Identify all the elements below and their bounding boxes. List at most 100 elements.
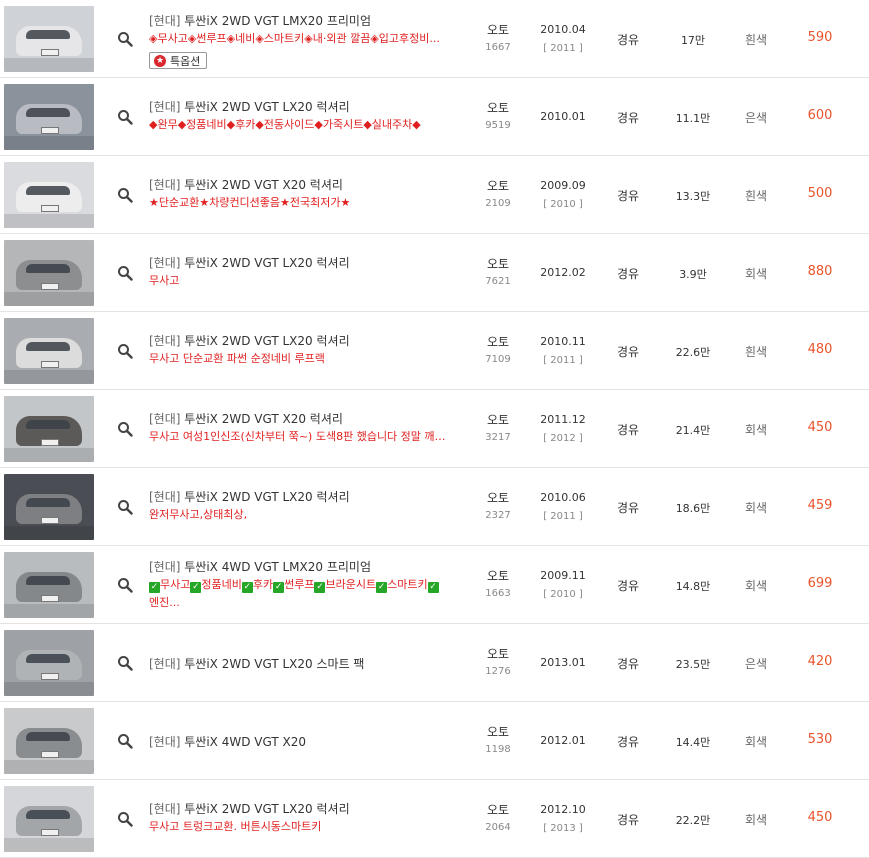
desc-item: 스마트키: [387, 578, 428, 591]
car-color: 흰색: [744, 33, 768, 47]
thumbnail-floor: [4, 136, 94, 150]
car-thumbnail[interactable]: [4, 240, 94, 306]
search-icon[interactable]: [117, 187, 133, 203]
table-row[interactable]: [현대] 투싼iX 4WD VGT LMX20 프리미엄 ✓ 무사고 ✓ 정품네비 ✓ 후카…: [0, 546, 869, 624]
badge-label: 특옵션: [170, 54, 201, 68]
car-window: [26, 108, 70, 117]
mileage: 18.6만: [675, 502, 711, 515]
check-icon: ✓: [314, 582, 326, 593]
search-icon[interactable]: [117, 733, 133, 749]
listing-title-link[interactable]: [현대] 투싼iX 2WD VGT LMX20 프리미엄: [149, 12, 371, 29]
car-thumbnail[interactable]: [4, 318, 94, 384]
listing-description: 무사고 여성1인신조(신차부터 쭉~) 도색8판 했습니다 정말 깨끗...: [149, 430, 449, 443]
brand-label: [현대]: [149, 490, 181, 504]
price: 450: [807, 810, 833, 825]
registration-date: 2009.09: [540, 179, 586, 192]
car-thumbnail[interactable]: [4, 396, 94, 462]
registration-date: 2012.02: [540, 266, 586, 279]
check-icon: ✓: [149, 582, 160, 593]
search-icon[interactable]: [117, 577, 133, 593]
table-row[interactable]: [현대] 투싼iX 2WD VGT LX20 스마트 팩 오토 1276 2013.0…: [0, 624, 869, 702]
search-icon[interactable]: [117, 421, 133, 437]
listing-description: 무사고: [149, 274, 180, 287]
listing-description: 무사고 단순교환 파썬 순정네비 루프랙: [149, 352, 325, 365]
listing-title-link[interactable]: [현대] 투싼iX 2WD VGT LX20 럭셔리: [149, 98, 350, 115]
search-icon[interactable]: [117, 811, 133, 827]
transmission: 오토: [486, 335, 510, 349]
brand-label: [현대]: [149, 256, 181, 270]
listing-title-link[interactable]: [현대] 투싼iX 2WD VGT LX20 럭셔리: [149, 332, 350, 349]
car-thumbnail[interactable]: [4, 474, 94, 540]
table-row[interactable]: [현대] 투싼iX 4WD VGT X20 오토 1198 2012.01 경유 14.4…: [0, 702, 869, 780]
table-row[interactable]: [현대] 투싼iX 2WD VGT LX20 럭셔리 무사고 오토 7621 2012.…: [0, 234, 869, 312]
mileage: 21.4만: [675, 424, 711, 437]
engine-cc: 9519: [485, 120, 511, 131]
car-thumbnail[interactable]: [4, 6, 94, 72]
listing-description: 완저무사고,상태최상,: [149, 508, 248, 521]
table-row[interactable]: [현대] 투싼iX 2WD VGT LMX20 프리미엄 ◈무사고◈썬루프◈네비◈…: [0, 0, 869, 78]
car-color: 회색: [744, 501, 768, 515]
car-thumbnail[interactable]: [4, 552, 94, 618]
search-icon[interactable]: [117, 31, 133, 47]
brand-label: [현대]: [149, 334, 181, 348]
listing-title-link[interactable]: [현대] 투싼iX 2WD VGT LX20 럭셔리: [149, 800, 350, 817]
listing-title-link[interactable]: [현대] 투싼iX 4WD VGT X20: [149, 733, 306, 750]
car-window: [26, 654, 70, 663]
table-row[interactable]: [현대] 투싼iX 2WD VGT LX20 럭셔리 ◆완무◆정품네비◆후카◆전동…: [0, 78, 869, 156]
car-thumbnail[interactable]: [4, 708, 94, 774]
thumbnail-floor: [4, 214, 94, 228]
listing-description: ◈무사고◈썬루프◈네비◈스마트키◈내·외관 깔끔◈입고후정비...: [149, 32, 440, 45]
car-thumbnail[interactable]: [4, 630, 94, 696]
listing-title-link[interactable]: [현대] 투싼iX 2WD VGT X20 럭셔리: [149, 176, 343, 193]
search-icon[interactable]: [117, 655, 133, 671]
table-row[interactable]: [현대] 투싼iX 2WD VGT LX20 럭셔리 완저무사고,상태최상, 오토 2…: [0, 468, 869, 546]
price: 500: [807, 186, 833, 201]
star-icon: ★: [154, 54, 166, 67]
listing-title-link[interactable]: [현대] 투싼iX 2WD VGT LX20 럭셔리: [149, 488, 350, 505]
listing-description: ◆완무◆정품네비◆후카◆전동사이드◆가죽시트◆실내주차◆: [149, 118, 421, 131]
table-row[interactable]: [현대] 투싼iX 2WD VGT LX20 럭셔리무사고 단순교환 파썬 순정…: [0, 312, 869, 390]
price: 880: [807, 264, 833, 279]
engine-cc: 2064: [485, 822, 511, 833]
table-row[interactable]: [현대] 투싼iX 2WD VGT X20 럭셔리 ★단순교환★차량컨디션좋음★전…: [0, 156, 869, 234]
listing-title-link[interactable]: [현대] 투싼iX 2WD VGT LX20 럭셔리: [149, 254, 350, 271]
search-icon[interactable]: [117, 499, 133, 515]
listing-title-link[interactable]: [현대] 투싼iX 2WD VGT X20 럭셔리: [149, 410, 343, 427]
check-icon: ✓: [241, 582, 253, 593]
thumbnail-floor: [4, 526, 94, 540]
listing-description: ✓ 무사고 ✓ 정품네비 ✓ 후카 ✓ 썬루프 ✓ 브라운시트 ✓ 스마트키 ✓ 엔진...: [149, 576, 449, 612]
listing-title-link[interactable]: [현대] 투싼iX 4WD VGT LMX20 프리미엄: [149, 558, 371, 575]
model-name: 투싼iX 2WD VGT LX20 럭셔리: [180, 490, 350, 504]
engine-cc: 7109: [485, 354, 511, 365]
car-thumbnail[interactable]: [4, 84, 94, 150]
table-row[interactable]: [현대] 투싼iX 2WD VGT X20 럭셔리무사고 여성1인신조(신차부터…: [0, 390, 869, 468]
search-icon[interactable]: [117, 343, 133, 359]
model-name: 투싼iX 2WD VGT LMX20 프리미엄: [180, 14, 372, 28]
brand-label: [현대]: [149, 735, 181, 749]
transmission: 오토: [486, 101, 510, 115]
listing-description: 무사고 트렁크교환. 버튼시동스마트키: [149, 820, 322, 833]
car-thumbnail[interactable]: [4, 786, 94, 852]
listing-title-link[interactable]: [현대] 투싼iX 2WD VGT LX20 스마트 팩: [149, 655, 364, 672]
model-name: 투싼iX 4WD VGT LMX20 프리미엄: [180, 560, 372, 574]
fuel-type: 경유: [616, 813, 640, 827]
license-plate: [41, 439, 59, 446]
mileage: 22.6만: [675, 346, 711, 359]
model-name: 투싼iX 2WD VGT LX20 스마트 팩: [180, 657, 365, 671]
fuel-type: 경유: [616, 501, 640, 515]
registration-date: 2013.01: [540, 656, 586, 669]
car-thumbnail[interactable]: [4, 162, 94, 228]
table-row[interactable]: [현대] 투싼iX 2WD VGT LX20 럭셔리무사고 트렁크교환. 버튼시…: [0, 780, 869, 858]
special-option-badge[interactable]: ★ 특옵션: [149, 52, 208, 69]
desc-item: 무사고: [160, 578, 191, 591]
search-icon[interactable]: [117, 109, 133, 125]
license-plate: [41, 49, 59, 56]
fuel-type: 경유: [616, 735, 640, 749]
fuel-type: 경유: [616, 33, 640, 47]
price: 530: [807, 732, 833, 747]
license-plate: [41, 595, 59, 602]
fuel-type: 경유: [616, 267, 640, 281]
search-icon[interactable]: [117, 265, 133, 281]
car-color: 흰색: [744, 189, 768, 203]
check-icon: ✓: [190, 582, 202, 593]
